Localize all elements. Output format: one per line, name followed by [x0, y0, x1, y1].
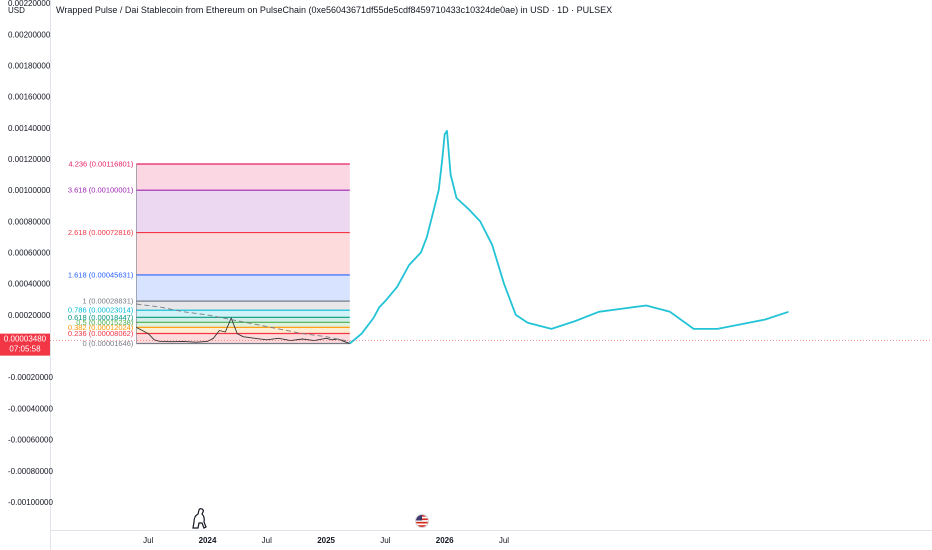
y-tick-label: 0.00160000 [8, 93, 51, 102]
fib-zone [136, 163, 350, 191]
y-tick-label: 0.00080000 [8, 217, 51, 226]
fib-level-label: 2.618 (0.00072816) [68, 228, 134, 237]
fib-level-label: 3.618 (0.00100001) [68, 186, 134, 195]
y-tick-label: 0.00140000 [8, 124, 51, 133]
y-axis-ticks: 0.00220000 0.00200000 0.00180000 0.00160000… [8, 0, 53, 507]
x-tick-label: Jul [262, 536, 272, 545]
fib-zone [136, 274, 350, 302]
fib-zone [136, 190, 350, 233]
fib-zone [136, 327, 350, 334]
x-axis-ticks: Jul 2024 Jul 2025 Jul 2026 Jul [143, 536, 509, 545]
price-badge-value: 0.00003480 [4, 335, 47, 344]
x-tick-label: Jul [143, 536, 153, 545]
y-tick-label: 0.00100000 [8, 186, 51, 195]
y-tick-label: 0.00060000 [8, 249, 51, 258]
y-tick-label: 0.00120000 [8, 155, 51, 164]
fib-level-label: 0.236 (0.00008062) [68, 329, 134, 338]
y-tick-label: 0.00220000 [8, 0, 51, 8]
fib-zone [136, 310, 350, 318]
fib-level-label: 1 (0.00028831) [82, 297, 133, 306]
dinosaur-logo-icon[interactable] [192, 508, 207, 529]
y-tick-label: 0.00200000 [8, 30, 51, 39]
y-tick-label: -0.00100000 [8, 498, 53, 507]
fib-level-label: 4.236 (0.00116801) [68, 159, 133, 168]
y-tick-label: -0.00060000 [8, 436, 53, 445]
chart: USD Wrapped Pulse / Dai Stablecoin from … [0, 0, 932, 550]
fib-zone [136, 232, 350, 275]
fibonacci-extension[interactable]: 4.236 (0.00116801) 3.618 (0.00100001) 2.61… [68, 159, 350, 348]
y-tick-label: -0.00040000 [8, 404, 53, 413]
y-tick-label: 0.00040000 [8, 280, 51, 289]
fib-zone [136, 322, 350, 328]
chart-title: Wrapped Pulse / Dai Stablecoin from Ethe… [56, 5, 612, 15]
fib-level-label: 0 (0.00001646) [82, 339, 133, 348]
price-badge-countdown: 07:05:58 [9, 345, 41, 354]
y-tick-label: 0.00020000 [8, 311, 51, 320]
y-tick-label: -0.00080000 [8, 467, 53, 476]
y-tick-label: -0.00020000 [8, 373, 53, 382]
x-tick-label: Jul [499, 536, 509, 545]
x-tick-label: Jul [380, 536, 390, 545]
x-tick-label: 2025 [317, 536, 335, 545]
current-price-badge: 0.00003480 07:05:58 [0, 333, 50, 356]
x-tick-label: 2026 [436, 536, 454, 545]
us-flag-icon[interactable] [415, 514, 429, 528]
series-line [349, 130, 789, 345]
fib-level-label: 1.618 (0.00045631) [68, 270, 134, 279]
x-tick-label: 2024 [199, 536, 217, 545]
y-tick-label: 0.00180000 [8, 61, 51, 70]
